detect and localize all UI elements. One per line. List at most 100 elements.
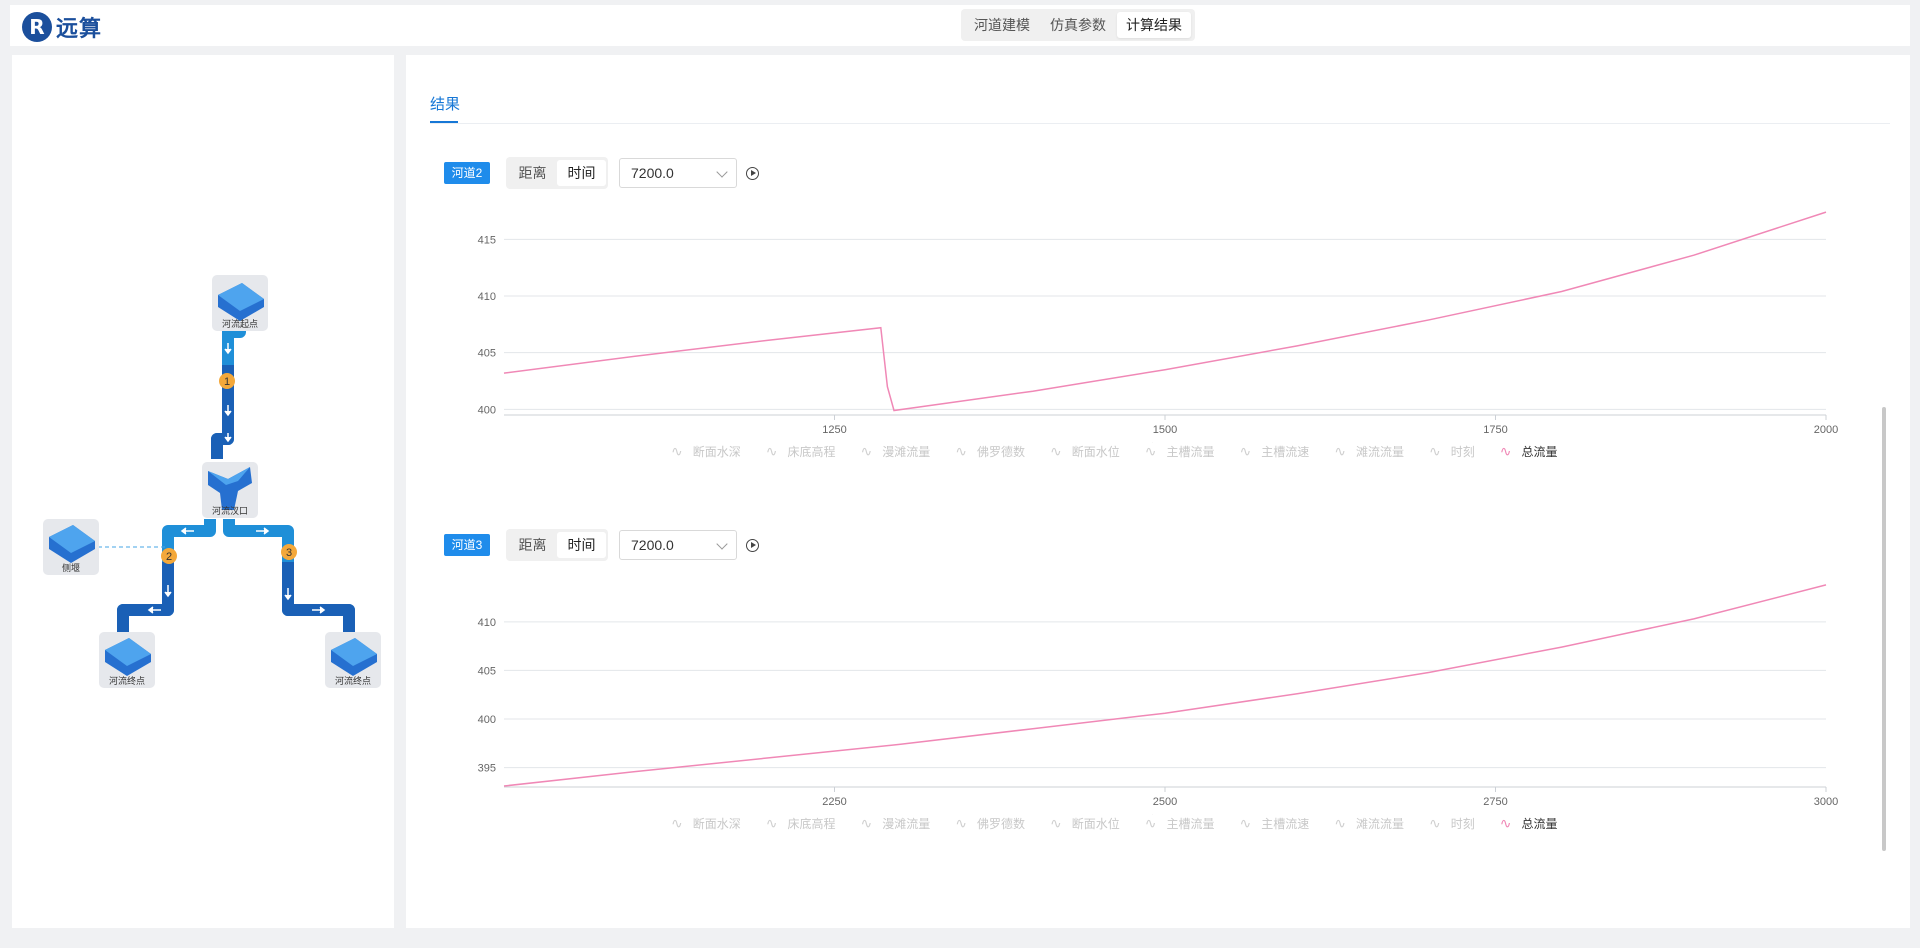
legend-item[interactable]: ∿ 主槽流量 <box>1145 443 1215 460</box>
legend-item[interactable]: ∿ 总流量 <box>1500 815 1558 832</box>
legend-item[interactable]: ∿ 主槽流速 <box>1240 443 1310 460</box>
legend-item[interactable]: ∿ 断面水位 <box>1050 815 1120 832</box>
tab-results[interactable]: 计算结果 <box>1117 12 1191 38</box>
svg-text:河流终点: 河流终点 <box>109 675 145 686</box>
y-tick-label: 400 <box>478 404 496 416</box>
legend-line-icon: ∿ <box>860 815 873 831</box>
chart-legend: ∿ 断面水深 ∿ 床底高程 ∿ 漫滩流量 ∿ 佛罗德数 ∿ 断面水位 ∿ 主槽流量 ∿ 主槽流速 ∿ 滩流流量… <box>671 815 1583 832</box>
tab-divider <box>430 123 1890 124</box>
legend-item[interactable]: ∿ 漫滩流量 <box>861 815 931 832</box>
legend-line-icon: ∿ <box>955 815 967 831</box>
y-tick-label: 415 <box>478 234 496 246</box>
y-tick-label: 410 <box>478 617 496 629</box>
legend-item[interactable]: ∿ 漫滩流量 <box>861 443 931 460</box>
chart-block-river3: 河道3 距离 时间 7200.0 395 400 405 410 2250 2500 275… <box>406 525 1910 897</box>
river-tag: 河道3 <box>444 534 490 556</box>
legend-line-icon: ∿ <box>1429 443 1441 459</box>
node-river-junction[interactable]: 河流汊口 <box>202 462 258 518</box>
x-tick-label: 2500 <box>1153 796 1177 808</box>
chart-river2: 4004054104151250150017502000里程（m） <box>478 211 1838 443</box>
legend-label: 床底高程 <box>787 445 836 459</box>
svg-text:河流起点: 河流起点 <box>222 318 258 329</box>
results-panel: 结果 河道2 距离 时间 7200.0 400 405 410 415 1250 1500… <box>406 55 1910 928</box>
chart-river3: 3954004054102250250027503000里程（m） <box>478 584 1838 815</box>
legend-line-icon: ∿ <box>1334 815 1346 831</box>
legend-label: 滩流流量 <box>1355 445 1404 459</box>
legend-label: 漫滩流量 <box>882 445 931 459</box>
legend-label: 主槽流速 <box>1261 445 1310 459</box>
legend-line-icon: ∿ <box>1239 815 1252 831</box>
legend-label: 漫滩流量 <box>882 817 931 831</box>
legend-line-icon: ∿ <box>765 443 778 459</box>
svg-text:河流终点: 河流终点 <box>335 675 371 686</box>
legend-item[interactable]: ∿ 断面水深 <box>671 815 741 832</box>
legend-item[interactable]: ∿ 主槽流速 <box>1240 815 1310 832</box>
legend-label: 时刻 <box>1450 445 1475 459</box>
mode-time-option[interactable]: 时间 <box>557 532 606 558</box>
legend-label: 主槽流量 <box>1166 445 1215 459</box>
legend-line-icon: ∿ <box>860 443 873 459</box>
mode-distance-option[interactable]: 距离 <box>508 160 557 186</box>
chevron-down-icon <box>716 538 728 550</box>
reach-number-2[interactable]: 2 <box>161 548 177 564</box>
legend-item[interactable]: ∿ 时刻 <box>1429 815 1475 832</box>
mode-toggle: 距离 时间 <box>506 157 608 189</box>
x-tick-label: 1500 <box>1153 424 1177 436</box>
legend-line-icon: ∿ <box>671 443 683 459</box>
series-line-total-flow <box>503 211 1827 412</box>
legend-line-icon: ∿ <box>1050 443 1062 459</box>
legend-item[interactable]: ∿ 主槽流量 <box>1145 815 1215 832</box>
legend-item[interactable]: ∿ 时刻 <box>1429 443 1475 460</box>
reach-number-3[interactable]: 3 <box>281 544 297 560</box>
legend-item[interactable]: ∿ 总流量 <box>1500 443 1558 460</box>
legend-item[interactable]: ∿ 滩流流量 <box>1334 815 1404 832</box>
y-tick-label: 405 <box>478 665 496 677</box>
legend-line-icon: ∿ <box>765 815 778 831</box>
node-side-weir[interactable]: 侧堰 <box>43 519 99 575</box>
legend-item[interactable]: ∿ 床底高程 <box>766 443 836 460</box>
x-tick-label: 3000 <box>1814 796 1838 808</box>
y-tick-label: 395 <box>478 763 496 775</box>
legend-label: 滩流流量 <box>1355 817 1404 831</box>
mode-distance-option[interactable]: 距离 <box>508 532 557 558</box>
tab-result[interactable]: 结果 <box>430 93 460 114</box>
x-tick-label: 1750 <box>1483 424 1507 436</box>
top-header: R 远算 河道建模 仿真参数 计算结果 <box>10 5 1910 46</box>
legend-line-icon: ∿ <box>671 815 683 831</box>
reach-number-1[interactable]: 1 <box>219 373 235 389</box>
time-select[interactable]: 7200.0 <box>619 158 737 188</box>
legend-item[interactable]: ∿ 断面水深 <box>671 443 741 460</box>
legend-label: 断面水深 <box>692 445 741 459</box>
play-icon[interactable] <box>746 167 759 180</box>
time-select[interactable]: 7200.0 <box>619 530 737 560</box>
node-river-start[interactable]: 河流起点 <box>212 275 268 331</box>
river-tag: 河道2 <box>444 162 490 184</box>
legend-line-icon: ∿ <box>1429 815 1441 831</box>
x-tick-label: 2000 <box>1814 424 1838 436</box>
legend-item[interactable]: ∿ 床底高程 <box>766 815 836 832</box>
mode-toggle: 距离 时间 <box>506 529 608 561</box>
legend-line-icon: ∿ <box>1144 443 1157 459</box>
node-river-end-left[interactable]: 河流终点 <box>99 632 155 688</box>
legend-line-icon: ∿ <box>955 443 967 459</box>
legend-item[interactable]: ∿ 滩流流量 <box>1334 443 1404 460</box>
tab-river-modeling[interactable]: 河道建模 <box>965 12 1039 38</box>
mode-time-option[interactable]: 时间 <box>557 160 606 186</box>
legend-item[interactable]: ∿ 断面水位 <box>1050 443 1120 460</box>
node-river-end-right[interactable]: 河流终点 <box>325 632 381 688</box>
play-icon[interactable] <box>746 539 759 552</box>
legend-label: 断面水深 <box>692 817 741 831</box>
tab-simulation-params[interactable]: 仿真参数 <box>1041 12 1115 38</box>
y-tick-label: 400 <box>478 714 496 726</box>
legend-item[interactable]: ∿ 佛罗德数 <box>955 443 1025 460</box>
legend-line-icon: ∿ <box>1499 815 1512 831</box>
y-tick-label: 410 <box>478 291 496 303</box>
river-network-panel: 1 2 3 河流起点 河流汊口 侧堰 河流终点 河流终点 <box>12 55 394 928</box>
svg-text:2: 2 <box>166 551 172 563</box>
legend-label: 断面水位 <box>1071 817 1120 831</box>
svg-text:河流汊口: 河流汊口 <box>212 505 248 516</box>
app-name: 远算 <box>56 16 103 41</box>
app-logo[interactable]: R 远算 <box>22 11 102 43</box>
legend-item[interactable]: ∿ 佛罗德数 <box>955 815 1025 832</box>
svg-text:3: 3 <box>286 547 292 559</box>
